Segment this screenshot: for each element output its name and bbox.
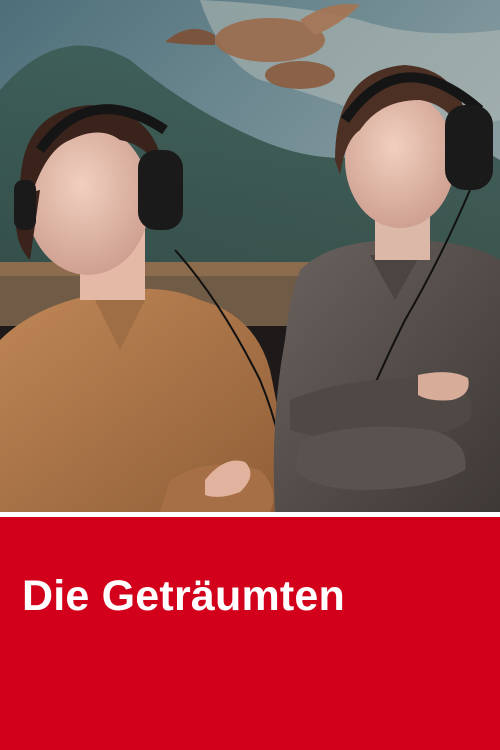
poster-photo — [0, 0, 500, 512]
title-panel: Die Geträumten — [0, 517, 500, 750]
movie-poster: Die Geträumten — [0, 0, 500, 750]
poster-photo-illustration — [0, 0, 500, 512]
movie-title: Die Geträumten — [22, 572, 345, 620]
